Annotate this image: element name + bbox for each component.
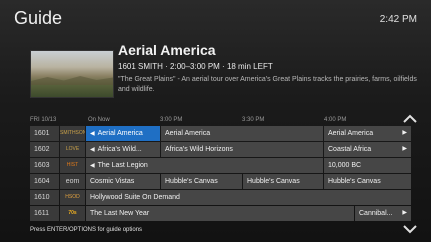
channel-logo: LOVE NATURE [60,142,85,157]
program-cell[interactable]: Hubble's Canvas [324,174,411,189]
program-meta: 1601 SMITH · 2:00–3:00 PM · 18 min LEFT [118,62,273,71]
guide-grid: 1601 SMITHSONIAN ◀Aerial America Aerial … [30,126,411,222]
back-arrow-icon: ◀ [90,147,95,153]
channel-number: 1603 [30,158,59,173]
scroll-down-icon[interactable] [401,222,419,236]
date-label: FRI 10/13 [30,117,57,123]
scroll-up-icon[interactable] [401,112,419,126]
program-cell[interactable]: ◀ The Last Legion [86,158,323,173]
program-cell[interactable]: Coastal Africa [324,142,411,157]
channel-row: 1603 HIST ◀ The Last Legion 10,000 BC [30,158,411,173]
back-arrow-icon: ◀ [90,131,95,137]
landscape-image [31,76,113,85]
footer-hint: Press ENTER/OPTIONS for guide options [30,227,143,233]
back-arrow-icon: ◀ [90,163,95,169]
program-cell[interactable]: Hubble's Canvas [161,174,242,189]
program-thumbnail [30,50,114,98]
channel-logo: eom [60,174,85,189]
channel-row: 1611 70s movies The Last New Year Cannib… [30,206,411,221]
time-slot-3: 4:00 PM [324,117,347,123]
channel-number: 1602 [30,142,59,157]
time-slot-1: 3:00 PM [160,117,183,123]
clock: 2:42 PM [379,14,417,25]
page-title: Guide [14,8,63,28]
program-cell[interactable]: Hollywood Suite On Demand [86,190,411,205]
channel-row: 1604 eom Cosmic Vistas Hubble's Canvas H… [30,174,411,189]
channel-row: 1610 HSOD Hollywood Suite On Demand [30,190,411,205]
channel-number: 1604 [30,174,59,189]
channel-logo: 70s movies [60,206,85,221]
program-cell[interactable]: Africa's Wild Horizons [161,142,323,157]
program-cell[interactable]: 10,000 BC [324,158,411,173]
channel-logo: HSOD [60,190,85,205]
program-cell[interactable]: Cosmic Vistas [86,174,160,189]
program-cell[interactable]: Aerial America [324,126,411,141]
program-cell[interactable]: ◀ Aerial America [86,126,160,141]
program-cell[interactable]: The Last New Year [86,206,354,221]
channel-number: 1601 [30,126,59,141]
channel-row: 1601 SMITHSONIAN ◀Aerial America Aerial … [30,126,411,141]
program-cell[interactable]: Aerial America [161,126,323,141]
program-cell[interactable]: ◀ Africa's Wild... [86,142,160,157]
channel-logo: SMITHSONIAN [60,126,85,141]
channel-row: 1602 LOVE NATURE ◀Africa's Wild... Afric… [30,142,411,157]
channel-number: 1611 [30,206,59,221]
time-slot-2: 3:30 PM [242,117,265,123]
channel-logo: HIST [60,158,85,173]
channel-number: 1610 [30,190,59,205]
program-description: "The Great Plains" - An aerial tour over… [118,76,417,93]
program-title: Aerial America [118,42,216,58]
program-cell[interactable]: Cannibal... [355,206,411,221]
on-now-label: On Now [88,117,110,123]
program-cell[interactable]: Hubble's Canvas [243,174,323,189]
